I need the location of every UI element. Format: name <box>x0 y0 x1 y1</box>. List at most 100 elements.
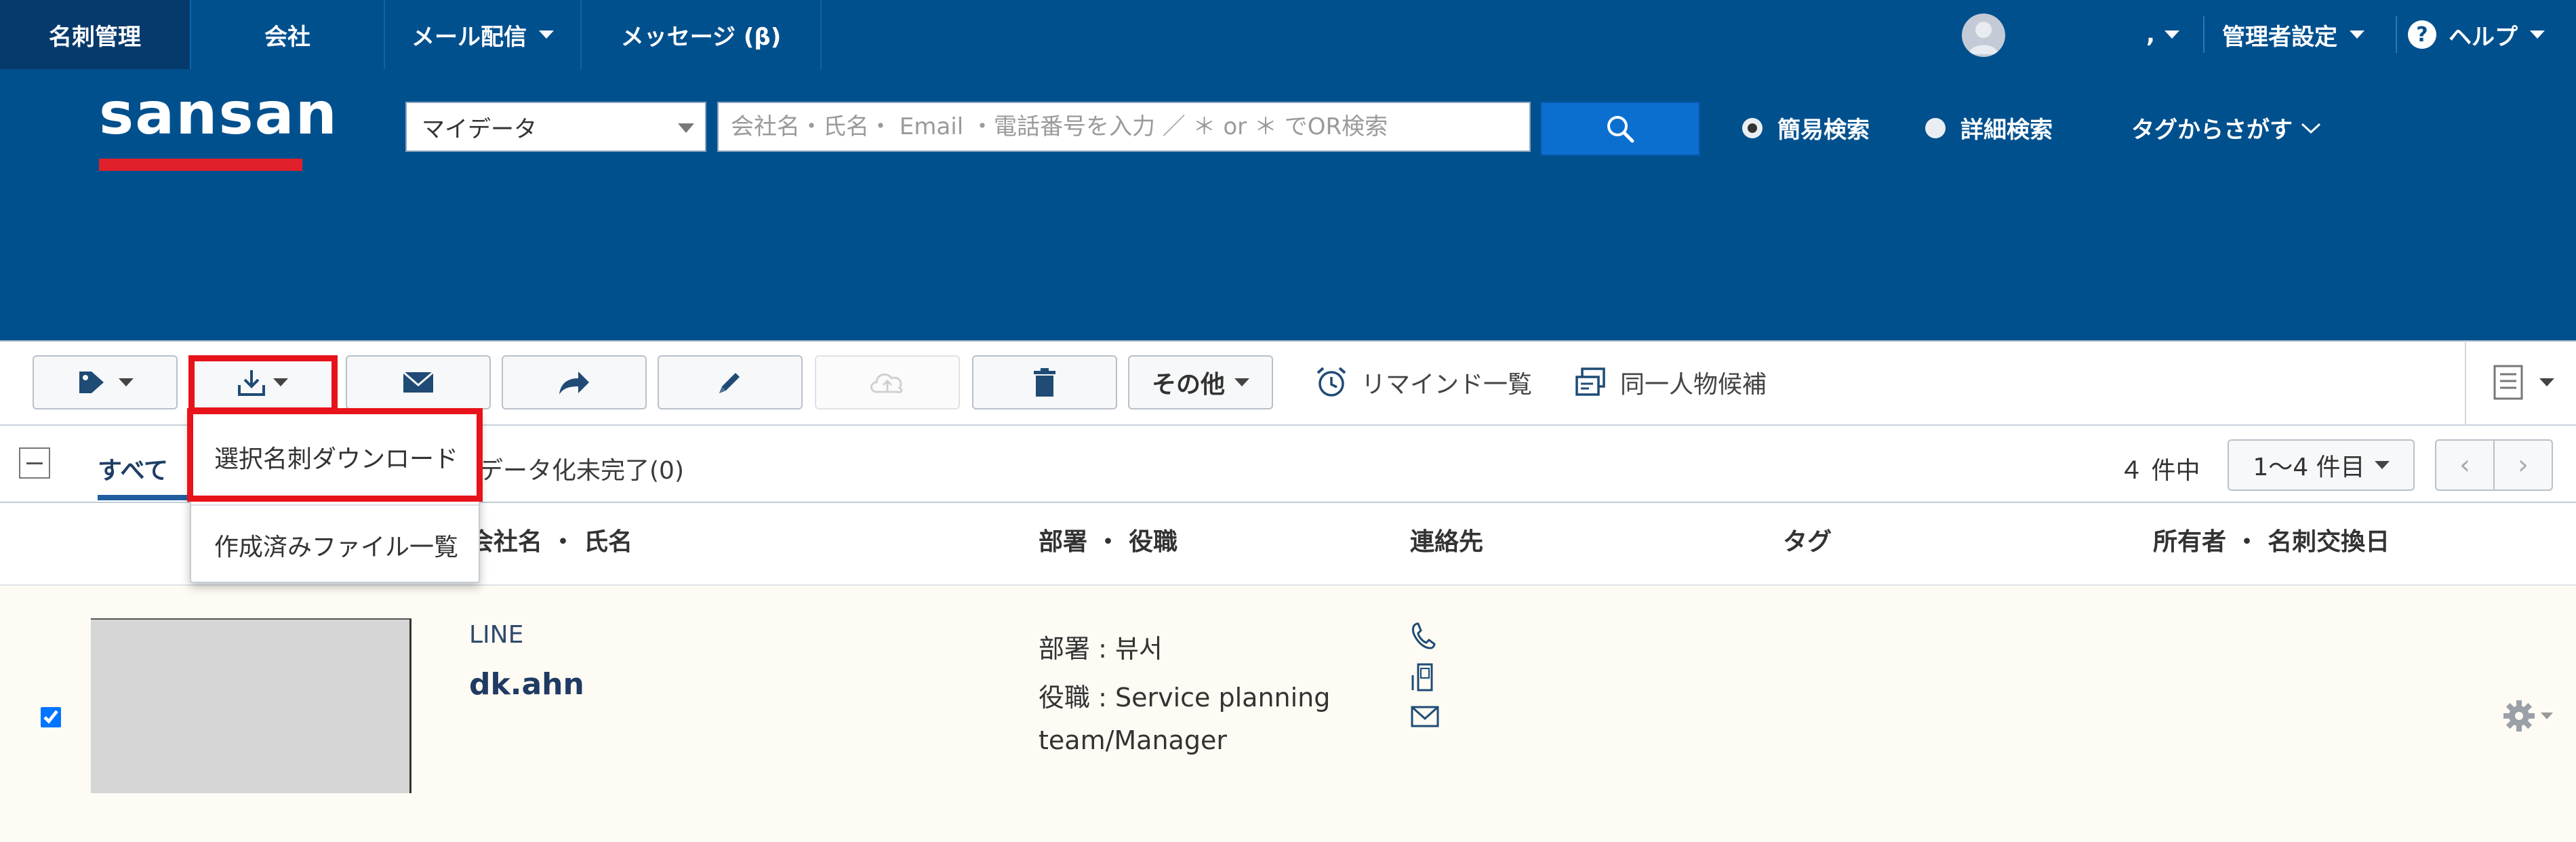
help-menu[interactable]: ? ヘルプ <box>2408 0 2545 69</box>
search-scope-select[interactable]: マイデータ <box>405 102 706 152</box>
other-actions-label: その他 <box>1151 371 1225 399</box>
nav-message[interactable]: メッセージ (β) <box>582 0 822 69</box>
toolbar-divider <box>2465 340 2466 426</box>
tag-icon <box>79 372 104 393</box>
help-label: ヘルプ <box>2449 23 2518 51</box>
tab-all[interactable]: すべて <box>98 441 168 496</box>
email-button[interactable] <box>346 355 491 409</box>
top-navigation-bar: 名刺管理 会社 メール配信 メッセージ (β) , 管理者設定 ? ヘルプ <box>0 0 2576 69</box>
chevron-down-icon <box>2301 123 2321 134</box>
duplicate-candidates-label: 同一人物候補 <box>1620 371 1767 399</box>
duplicate-cards-icon <box>1575 367 1605 396</box>
next-page-button[interactable]: › <box>2493 439 2553 491</box>
tag-search-dropdown[interactable]: タグからさがす <box>2131 111 2322 144</box>
tag-search-label: タグからさがす <box>2131 117 2293 144</box>
nav-company-label: 会社 <box>264 23 310 51</box>
nav-company[interactable]: 会社 <box>191 0 385 69</box>
search-input[interactable] <box>717 102 1531 152</box>
admin-settings-menu[interactable]: 管理者設定 <box>2222 0 2364 69</box>
duplicate-candidates-link[interactable]: 同一人物候補 <box>1573 355 1767 409</box>
menu-divider <box>191 504 479 506</box>
list-view-icon <box>2493 365 2523 400</box>
page-range-select[interactable]: 1〜4 件目 <box>2228 439 2415 491</box>
edit-button[interactable] <box>658 355 803 409</box>
other-actions-button[interactable]: その他 <box>1128 355 1273 409</box>
page-range-label: 1〜4 件目 <box>2253 454 2365 481</box>
radio-simple-search[interactable]: 簡易検索 <box>1742 111 1870 144</box>
business-card-thumbnail[interactable] <box>91 618 411 793</box>
column-dept-title[interactable]: 部署 ・ 役職 <box>1039 522 1178 557</box>
active-tab-indicator <box>98 495 199 500</box>
nav-mail-delivery[interactable]: メール配信 <box>385 0 582 69</box>
column-owner-date[interactable]: 所有者 ・ 名刺交換日 <box>2153 522 2390 557</box>
tab-incomplete-label: データ化未完了(0) <box>479 457 684 485</box>
cloud-upload-icon <box>870 373 903 393</box>
chevron-down-icon <box>2374 461 2390 469</box>
row-title-line1: 役職 : Service planning <box>1039 683 1331 713</box>
tab-all-label: すべて <box>98 457 169 485</box>
column-tag: タグ <box>1783 528 1832 556</box>
tag-button[interactable] <box>33 355 178 409</box>
remind-list-label: リマインド一覧 <box>1361 371 1533 399</box>
row-title-line2: team/Manager <box>1039 725 1227 755</box>
gear-icon <box>2503 700 2535 731</box>
chevron-down-icon <box>539 31 554 39</box>
chevron-left-icon: ‹ <box>2459 449 2470 481</box>
upload-button[interactable] <box>815 355 960 409</box>
result-count: ４ 件中 <box>2119 457 2200 485</box>
row-settings-button[interactable] <box>2501 698 2553 734</box>
share-arrow-icon <box>559 372 589 395</box>
user-icon <box>1969 22 1998 54</box>
row-department: 部署 : 뷰서 <box>1039 634 1163 664</box>
remind-list-link[interactable]: リマインド一覧 <box>1314 355 1532 409</box>
row-person-name[interactable]: dk.ahn <box>469 667 584 702</box>
search-button[interactable] <box>1540 102 1700 156</box>
nav-card-management[interactable]: 名刺管理 <box>0 0 191 69</box>
chevron-right-icon: › <box>2518 449 2529 481</box>
user-avatar[interactable] <box>1962 14 2005 57</box>
triangle-down-icon <box>678 123 694 133</box>
collapse-toggle[interactable] <box>19 447 50 479</box>
radio-simple-label: 簡易検索 <box>1777 117 1870 144</box>
radio-detail-label: 詳細検索 <box>1960 117 2053 144</box>
nav-card-management-label: 名刺管理 <box>49 23 141 51</box>
radio-selected-icon <box>1742 117 1763 138</box>
admin-settings-label: 管理者設定 <box>2222 23 2337 51</box>
view-mode-button[interactable] <box>2492 355 2554 409</box>
search-scope-value: マイデータ <box>422 115 537 143</box>
mobile-icon[interactable] <box>1410 662 1437 694</box>
delete-button[interactable] <box>972 355 1117 409</box>
chevron-down-icon <box>2530 31 2545 39</box>
row-checkbox[interactable] <box>41 707 61 727</box>
column-contact: 連絡先 <box>1410 528 1484 556</box>
pencil-icon <box>719 373 740 393</box>
share-button[interactable] <box>502 355 647 409</box>
envelope-icon <box>403 371 434 393</box>
user-menu-label: , <box>2146 21 2155 48</box>
chevron-down-icon <box>2541 713 2553 719</box>
mail-icon[interactable] <box>1410 705 1440 728</box>
download-button-highlight <box>188 355 338 414</box>
nav-divider <box>2203 16 2205 53</box>
phone-icon[interactable] <box>1410 621 1437 651</box>
nav-divider <box>2396 16 2397 53</box>
search-icon <box>1607 116 1634 143</box>
nav-mail-delivery-label: メール配信 <box>411 23 527 51</box>
sansan-logo[interactable]: sansan <box>99 80 338 148</box>
row-company[interactable]: LINE <box>469 621 523 649</box>
menu-item-highlight <box>187 408 483 502</box>
prev-page-button[interactable]: ‹ <box>2435 439 2495 491</box>
chevron-down-icon <box>2539 378 2554 386</box>
trash-icon <box>1034 368 1055 397</box>
radio-unselected-icon <box>1925 117 1946 138</box>
menu-item-created-files[interactable]: 作成済みファイル一覧 <box>214 527 458 563</box>
user-menu[interactable]: , <box>2146 0 2179 69</box>
chevron-down-icon <box>1234 378 1249 386</box>
nav-message-label: メッセージ (β) <box>620 23 782 51</box>
chevron-down-icon <box>2350 31 2364 39</box>
chevron-down-icon <box>2164 31 2179 39</box>
column-company-name[interactable]: 会社名 ・ 氏名 <box>469 522 632 557</box>
logo-underline <box>99 159 302 171</box>
radio-detail-search[interactable]: 詳細検索 <box>1925 111 2053 144</box>
tab-incomplete[interactable]: データ化未完了(0) <box>479 441 684 496</box>
